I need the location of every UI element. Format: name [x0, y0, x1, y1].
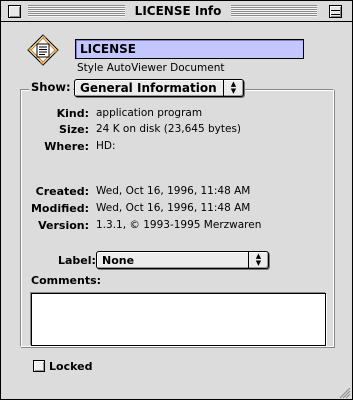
- collapse-box-button[interactable]: [329, 5, 342, 18]
- label-popup-value: None: [102, 254, 135, 267]
- locked-checkbox[interactable]: [33, 360, 45, 372]
- show-popup-value: General Information: [80, 81, 217, 95]
- file-name-field[interactable]: LICENSE: [75, 39, 304, 59]
- where-label: Where:: [44, 140, 89, 153]
- title-bar[interactable]: LICENSE Info: [1, 1, 352, 22]
- label-popup-menu[interactable]: None ▲ ▼: [96, 251, 269, 269]
- popup-arrows-icon: ▲ ▼: [223, 79, 243, 97]
- resize-grip-icon[interactable]: [338, 386, 351, 399]
- title-stripes-right: [231, 5, 317, 17]
- version-label: Version:: [38, 219, 89, 232]
- comments-label: Comments:: [31, 274, 102, 287]
- document-icon[interactable]: [27, 34, 59, 66]
- close-box-button[interactable]: [8, 5, 21, 18]
- created-value: Wed, Oct 16, 1996, 11:48 AM: [96, 185, 251, 197]
- info-window: LICENSE Info LICENSE Style AutoViewer Do…: [0, 0, 353, 400]
- comments-textarea[interactable]: [31, 293, 326, 346]
- modified-label: Modified:: [30, 202, 89, 215]
- locked-label[interactable]: Locked: [49, 360, 92, 373]
- size-label: Size:: [59, 123, 89, 136]
- where-value: HD:: [96, 140, 116, 152]
- kind-value: application program: [96, 107, 203, 119]
- show-popup-menu[interactable]: General Information ▲ ▼: [74, 79, 244, 97]
- modified-value: Wed, Oct 16, 1996, 11:48 AM: [96, 202, 251, 214]
- kind-label: Kind:: [56, 107, 89, 120]
- created-label: Created:: [35, 185, 89, 198]
- title-stripes-left: [28, 5, 125, 17]
- version-value: 1.3.1, © 1993-1995 Merzwaren: [96, 219, 262, 231]
- window-title: LICENSE Info: [134, 4, 222, 18]
- label-menu-label: Label:: [58, 254, 96, 267]
- document-kind-text: Style AutoViewer Document: [77, 62, 225, 74]
- size-value: 24 K on disk (23,645 bytes): [96, 123, 242, 135]
- popup-arrows-icon: ▲ ▼: [248, 251, 268, 269]
- show-label: Show:: [29, 80, 73, 94]
